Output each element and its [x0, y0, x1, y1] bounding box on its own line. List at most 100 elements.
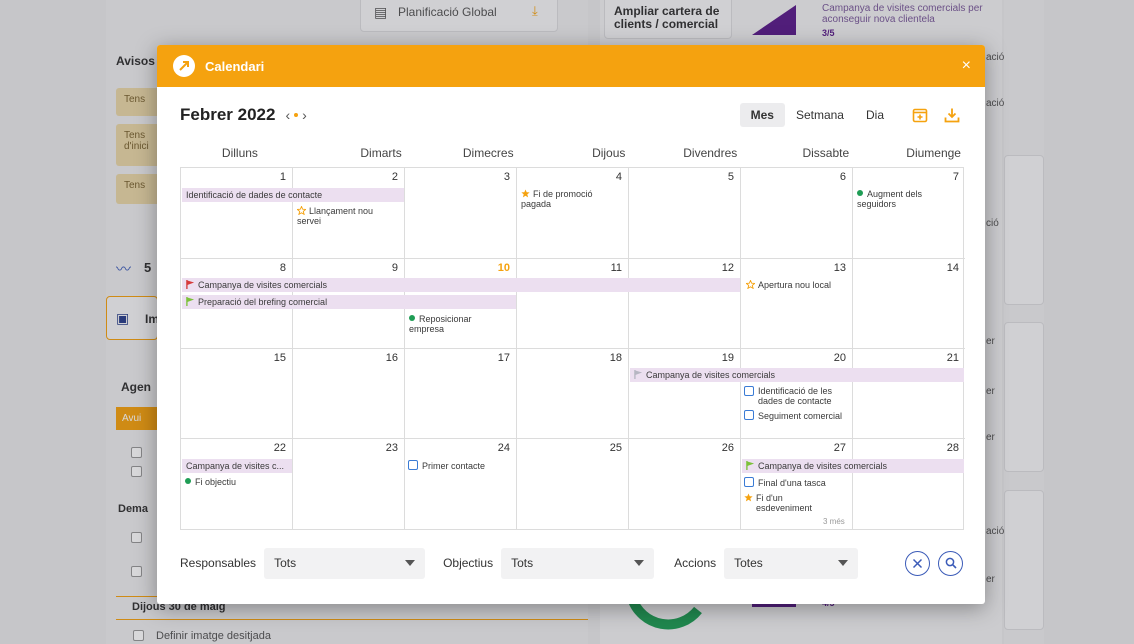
objectius-value: Tots	[511, 556, 534, 570]
day-cell[interactable]: 26	[629, 439, 741, 529]
day-cell[interactable]: 14	[853, 259, 965, 349]
view-month-button[interactable]: Mes	[739, 103, 785, 127]
weekday-label: Dissabte	[802, 146, 850, 160]
event-bar[interactable]: Campanya de visites comercials	[182, 278, 740, 292]
next-month-button[interactable]: ›	[302, 107, 307, 123]
event-item[interactable]: Apertura nou local	[745, 279, 851, 290]
event-label: Identificació de les dades de contacte	[758, 386, 833, 406]
day-cell[interactable]: 25	[517, 439, 629, 529]
day-cell[interactable]: 5	[629, 168, 741, 259]
day-cell[interactable]: 3	[405, 168, 517, 259]
task-checkbox-icon[interactable]	[744, 410, 754, 420]
responsables-select[interactable]: Tots	[264, 547, 426, 579]
weekday-header: Dilluns Dimarts Dimecres Dijous Divendre…	[180, 146, 963, 160]
event-bar[interactable]: Campanya de visites comercials	[630, 368, 964, 382]
event-item[interactable]: Fi objectiu	[185, 477, 285, 487]
calendar-modal: Calendari × Febrer 2022 ‹ › Mes Setmana …	[157, 45, 985, 604]
day-number: 6	[839, 171, 846, 183]
event-label: Campanya de visites c...	[186, 461, 285, 471]
accions-select[interactable]: Totes	[724, 547, 859, 579]
day-cell[interactable]: 24	[405, 439, 517, 529]
event-item[interactable]: Fi d'un esdeveniment	[744, 493, 834, 513]
calendar-toolbar: Febrer 2022 ‹ › Mes Setmana Dia	[180, 102, 963, 128]
calendar-app-icon	[173, 55, 195, 77]
day-cell[interactable]: 21	[853, 349, 965, 439]
task-checkbox-icon[interactable]	[408, 460, 418, 470]
day-number: 19	[721, 352, 734, 364]
day-number: 12	[721, 262, 734, 274]
event-label: Preparació del brefing comercial	[198, 297, 328, 307]
chevron-down-icon	[838, 560, 849, 566]
day-number: 5	[727, 171, 734, 183]
accions-label: Accions	[674, 556, 717, 570]
day-number: 25	[609, 442, 622, 454]
day-cell[interactable]: 19	[629, 349, 741, 439]
task-checkbox-icon[interactable]	[744, 477, 754, 487]
day-cell[interactable]: 7	[853, 168, 965, 259]
event-item[interactable]: Final d'una tasca	[744, 477, 849, 488]
day-number: 18	[609, 352, 622, 364]
day-cell[interactable]: 28	[853, 439, 965, 529]
event-label: Llançament nou servei	[297, 206, 374, 226]
responsables-label: Responsables	[180, 556, 257, 570]
add-event-icon[interactable]	[909, 104, 931, 126]
day-number: 20	[833, 352, 846, 364]
event-label: Apertura nou local	[758, 280, 832, 290]
clear-filters-icon[interactable]	[905, 550, 930, 576]
event-label: Seguiment comercial	[758, 411, 843, 421]
download-icon[interactable]	[941, 104, 963, 126]
event-item[interactable]: Llançament nou servei	[296, 205, 397, 226]
weekday-label: Dimecres	[462, 146, 514, 160]
event-label: Identificació de dades de contacte	[186, 190, 323, 200]
event-bar[interactable]: Preparació del brefing comercial	[182, 295, 516, 309]
day-cell[interactable]: 18	[517, 349, 629, 439]
event-bar[interactable]: Campanya de visites c...	[182, 459, 292, 473]
day-cell[interactable]: 12	[629, 259, 741, 349]
filter-actions	[897, 550, 963, 576]
day-cell[interactable]: 17	[405, 349, 517, 439]
day-cell[interactable]: 6	[741, 168, 853, 259]
day-cell[interactable]: 15	[181, 349, 293, 439]
event-label: Augment dels seguidors	[857, 189, 923, 209]
day-number: 13	[833, 262, 846, 274]
star-outline-icon	[296, 205, 307, 216]
day-number: 23	[385, 442, 398, 454]
weekday-label: Dimarts	[360, 146, 402, 160]
prev-month-button[interactable]: ‹	[285, 107, 290, 123]
day-cell[interactable]: 23	[293, 439, 405, 529]
event-label: Primer contacte	[422, 461, 486, 471]
green-flag-icon	[746, 460, 755, 470]
view-week-button[interactable]: Setmana	[785, 103, 855, 127]
day-number: 17	[497, 352, 510, 364]
accions-value: Totes	[734, 556, 763, 570]
event-bar[interactable]: Identificació de dades de contacte	[182, 188, 404, 202]
month-navigation: ‹ ›	[285, 107, 306, 123]
event-item[interactable]: Augment dels seguidors	[857, 189, 957, 209]
event-label: Fi d'un esdeveniment	[756, 493, 813, 513]
view-day-button[interactable]: Dia	[855, 103, 895, 127]
day-cell[interactable]: 13	[741, 259, 853, 349]
day-cell[interactable]: 4	[517, 168, 629, 259]
red-flag-icon	[186, 279, 195, 289]
modal-title: Calendari	[205, 58, 265, 74]
event-item[interactable]: Fi de promoció pagada	[521, 189, 621, 209]
event-item[interactable]: Identificació de les dades de contacte	[744, 386, 850, 406]
chevron-down-icon	[405, 560, 416, 566]
day-cell[interactable]: 11	[517, 259, 629, 349]
month-title: Febrer 2022	[180, 105, 276, 124]
search-icon[interactable]	[938, 550, 963, 576]
more-events-link[interactable]: 3 més	[823, 517, 845, 526]
event-item[interactable]: Seguiment comercial	[744, 410, 852, 421]
event-label: Fi objectiu	[195, 477, 237, 487]
day-cell[interactable]: 1	[181, 168, 293, 259]
today-dot-button[interactable]	[294, 113, 299, 117]
event-item[interactable]: Reposicionar empresa	[409, 314, 509, 334]
event-label: Final d'una tasca	[758, 478, 826, 488]
task-checkbox-icon[interactable]	[744, 386, 754, 396]
event-item[interactable]: Primer contacte	[408, 460, 513, 471]
event-bar[interactable]: Campanya de visites comercials	[742, 459, 964, 473]
objectius-select[interactable]: Tots	[501, 547, 655, 579]
day-cell[interactable]: 16	[293, 349, 405, 439]
day-number: 15	[273, 352, 286, 364]
close-icon[interactable]: ×	[962, 57, 971, 75]
